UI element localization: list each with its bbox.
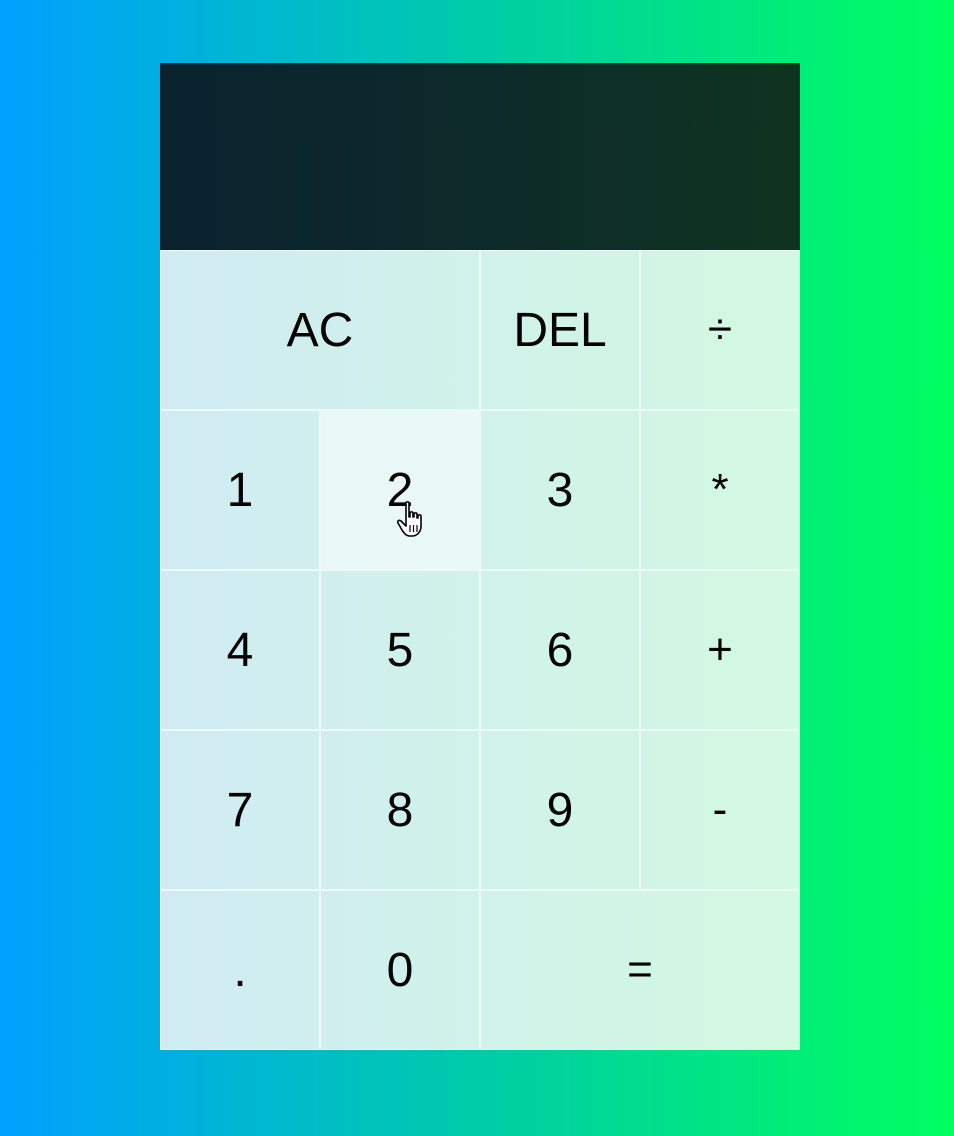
calculator-display [160,63,800,250]
subtract-button[interactable]: - [640,730,800,890]
equals-button[interactable]: = [480,890,800,1050]
digit-0-button[interactable]: 0 [320,890,480,1050]
calculator: AC DEL ÷ 1 2 3 * 4 5 6 + 7 8 9 - . 0 = [160,63,800,1050]
digit-8-button[interactable]: 8 [320,730,480,890]
divide-button[interactable]: ÷ [640,250,800,410]
decimal-button[interactable]: . [160,890,320,1050]
digit-5-button[interactable]: 5 [320,570,480,730]
digit-3-button[interactable]: 3 [480,410,640,570]
digit-6-button[interactable]: 6 [480,570,640,730]
all-clear-button[interactable]: AC [160,250,480,410]
add-button[interactable]: + [640,570,800,730]
delete-button[interactable]: DEL [480,250,640,410]
digit-9-button[interactable]: 9 [480,730,640,890]
digit-2-button[interactable]: 2 [320,410,480,570]
multiply-button[interactable]: * [640,410,800,570]
digit-4-button[interactable]: 4 [160,570,320,730]
digit-7-button[interactable]: 7 [160,730,320,890]
digit-1-button[interactable]: 1 [160,410,320,570]
